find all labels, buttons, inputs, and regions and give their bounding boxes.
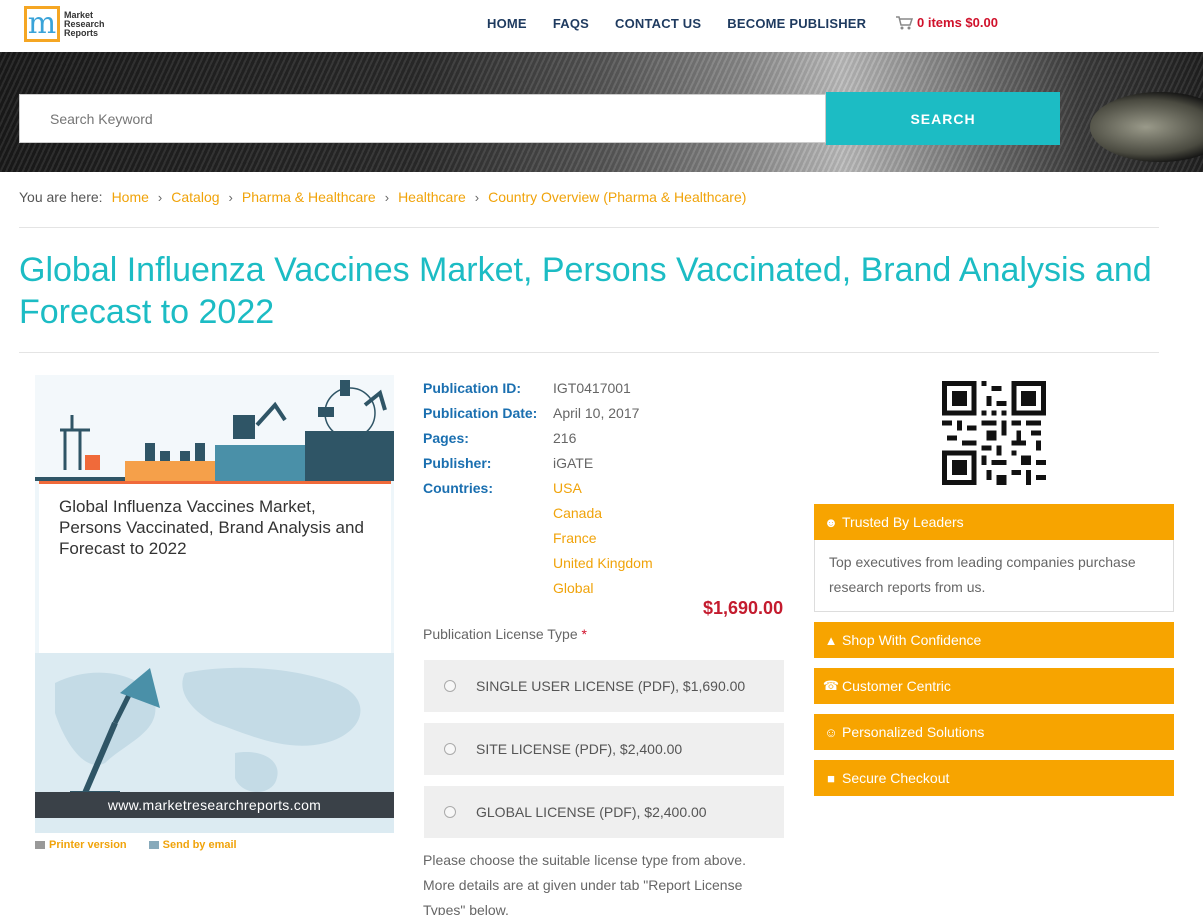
nav-faqs[interactable]: FAQS [553,16,589,31]
license-option-global[interactable]: GLOBAL LICENSE (PDF), $2,400.00 [424,786,784,838]
publication-id-row: Publication ID: IGT0417001 [423,375,653,400]
breadcrumb-home[interactable]: Home [112,189,149,205]
cart-link[interactable]: 0 items $0.00 [895,15,998,30]
publication-date-row: Publication Date: April 10, 2017 [423,400,653,425]
breadcrumb-catalog[interactable]: Catalog [171,189,219,205]
country-link-france[interactable]: France [553,530,597,546]
printer-icon [35,841,45,849]
chevron-right-icon: › [384,189,390,205]
cart-summary: 0 items $0.00 [917,15,998,30]
countries-row-cont: United Kingdom [423,550,653,575]
publication-date-value: April 10, 2017 [553,404,640,421]
license-option-site[interactable]: SITE LICENSE (PDF), $2,400.00 [424,723,784,775]
page-title: Global Influenza Vaccines Market, Person… [19,251,1152,331]
trusted-by-leaders-title: Trusted By Leaders [842,514,964,530]
countries-row: Countries: USA [423,475,653,500]
radio-button[interactable] [444,743,456,755]
breadcrumb-country-overview[interactable]: Country Overview (Pharma & Healthcare) [488,189,746,205]
pages-value: 216 [553,429,577,446]
license-note: Please choose the suitable license type … [423,852,746,915]
countries-label: Countries: [423,479,493,496]
breadcrumb-pharma[interactable]: Pharma & Healthcare [242,189,376,205]
main-nav: HOME FAQS CONTACT US BECOME PUBLISHER [487,16,892,31]
pages-row: Pages: 216 [423,425,653,450]
required-mark: * [581,626,587,642]
radio-button[interactable] [444,806,456,818]
radio-button[interactable] [444,680,456,692]
publication-details: Publication ID: IGT0417001 Publication D… [423,375,653,600]
publisher-value: iGATE [553,454,594,471]
countries-row-cont: Global [423,575,653,600]
price: $1,690.00 [703,598,784,618]
nav-home[interactable]: HOME [487,16,527,31]
customer-centric-panel[interactable]: ☎ Customer Centric [814,668,1174,704]
divider [19,352,1159,353]
chevron-right-icon: › [228,189,233,205]
cover-illustration [35,375,394,481]
search-button[interactable]: SEARCH [826,92,1060,145]
license-option-single-user[interactable]: SINGLE USER LICENSE (PDF), $1,690.00 [424,660,784,712]
panel-label: Customer Centric [842,678,951,694]
logo-text: Market Research Reports [64,9,105,38]
thumbs-up-icon: ▲ [824,632,838,648]
shop-with-confidence-panel[interactable]: ▲ Shop With Confidence [814,622,1174,658]
chevron-right-icon: › [157,189,163,205]
email-icon [148,841,159,849]
nav-become-publisher[interactable]: BECOME PUBLISHER [727,16,866,31]
chevron-right-icon: › [474,189,480,205]
printer-version-link[interactable]: Printer version [35,839,127,851]
logo-mark: m [24,6,60,42]
country-link-canada[interactable]: Canada [553,505,602,521]
qr-code [942,381,1046,485]
breadcrumb: You are here: Home › Catalog › Pharma & … [19,189,746,205]
publication-date-label: Publication Date: [423,404,538,421]
country-link-usa[interactable]: USA [553,480,582,496]
smile-icon: ☺ [824,724,838,740]
panel-label: Personalized Solutions [842,724,985,740]
license-type-label: Publication License Type * [423,626,587,642]
send-by-email-label: Send by email [162,839,237,851]
pages-label: Pages: [423,429,469,446]
report-cover-image: Global Influenza Vaccines Market, Person… [35,375,394,833]
users-icon: ☻ [824,514,838,530]
country-link-global[interactable]: Global [553,580,593,596]
site-logo[interactable]: m Market Research Reports [24,5,114,43]
publication-id-value: IGT0417001 [553,379,631,396]
publisher-label: Publisher: [423,454,492,471]
secure-checkout-panel[interactable]: ■ Secure Checkout [814,760,1174,796]
cover-links: Printer version Send by email [35,839,249,851]
license-option-label: GLOBAL LICENSE (PDF), $2,400.00 [476,804,707,820]
panel-label: Shop With Confidence [842,632,982,648]
printer-version-label: Printer version [49,839,127,851]
site-header: m Market Research Reports HOME FAQS CONT… [0,0,1203,52]
trusted-by-leaders-body: Top executives from leading companies pu… [814,540,1174,612]
trusted-by-leaders-header[interactable]: ☻ Trusted By Leaders [814,504,1174,540]
license-option-label: SITE LICENSE (PDF), $2,400.00 [476,741,683,757]
publisher-row: Publisher: iGATE [423,450,653,475]
license-type-text: Publication License Type [423,626,578,642]
industry-illustration [35,380,394,481]
panel-label: Secure Checkout [842,770,950,786]
personalized-solutions-panel[interactable]: ☺ Personalized Solutions [814,714,1174,750]
cart-icon [896,16,913,30]
phone-icon: ☎ [822,678,840,693]
license-option-label: SINGLE USER LICENSE (PDF), $1,690.00 [476,678,746,694]
breadcrumb-prefix: You are here: [19,189,103,205]
publication-id-label: Publication ID: [423,379,521,396]
nav-contact-us[interactable]: CONTACT US [615,16,701,31]
send-by-email-link[interactable]: Send by email [148,839,237,851]
country-link-united-kingdom[interactable]: United Kingdom [553,555,653,571]
cover-url: www.marketresearchreports.com [35,792,394,818]
breadcrumb-healthcare[interactable]: Healthcare [398,189,466,205]
search-input[interactable] [19,94,826,143]
cart-icon: ■ [827,770,835,786]
cover-title: Global Influenza Vaccines Market, Person… [59,497,364,558]
countries-row-cont: Canada [423,500,653,525]
divider [19,227,1159,228]
countries-row-cont: France [423,525,653,550]
